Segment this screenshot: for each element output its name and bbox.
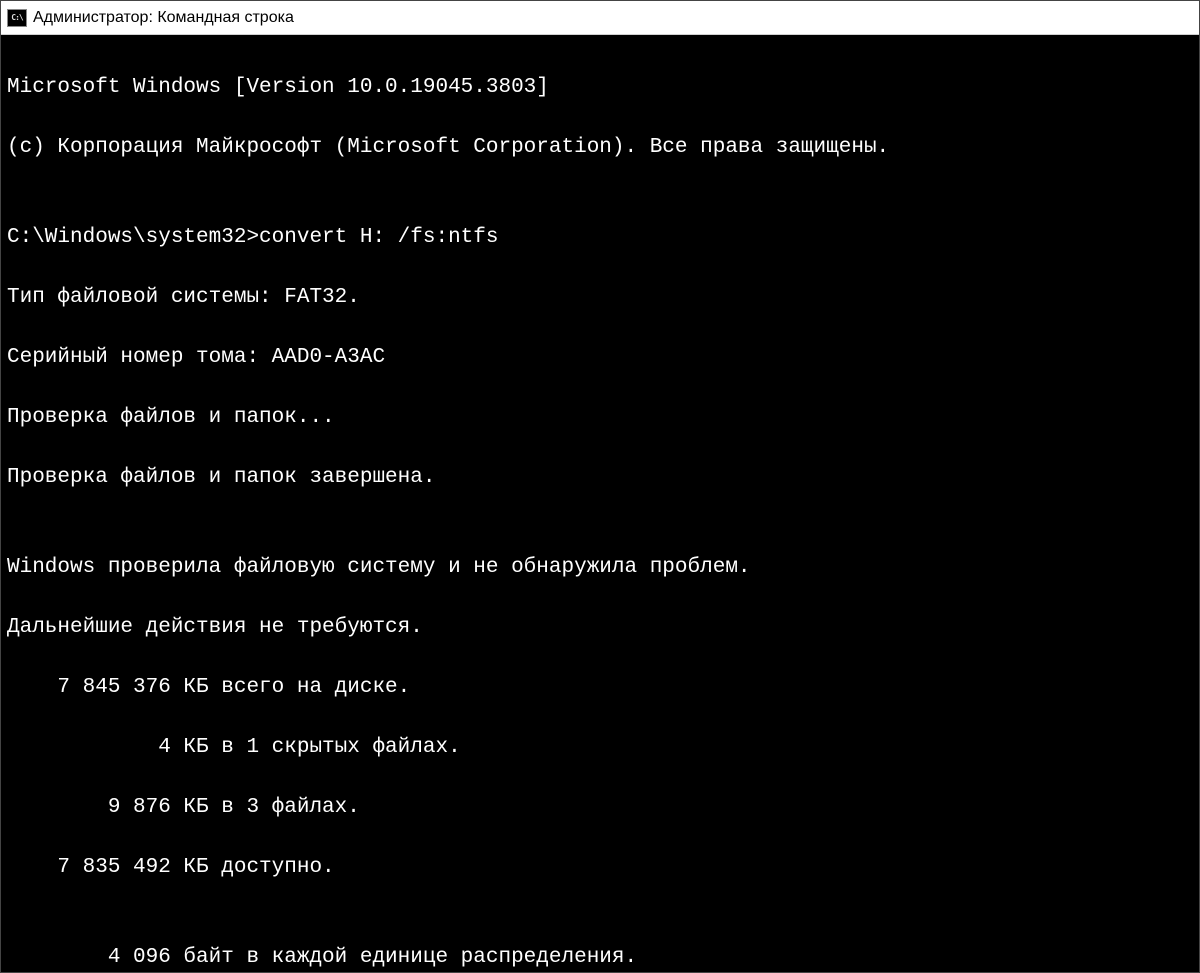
terminal-line: 7 835 492 КБ доступно.	[7, 853, 1193, 883]
terminal-line: Windows проверила файловую систему и не …	[7, 553, 1193, 583]
terminal-line: (c) Корпорация Майкрософт (Microsoft Cor…	[7, 133, 1193, 163]
terminal-line: Тип файловой системы: FAT32.	[7, 283, 1193, 313]
terminal-line: Проверка файлов и папок завершена.	[7, 463, 1193, 493]
terminal-line: Дальнейшие действия не требуются.	[7, 613, 1193, 643]
terminal-line: C:\Windows\system32>convert H: /fs:ntfs	[7, 223, 1193, 253]
terminal-line: 4 096 байт в каждой единице распределени…	[7, 943, 1193, 972]
window-title: Администратор: Командная строка	[33, 9, 294, 27]
terminal-line: Проверка файлов и папок...	[7, 403, 1193, 433]
terminal-output[interactable]: Microsoft Windows [Version 10.0.19045.38…	[1, 35, 1199, 972]
cmd-window: C:\ Администратор: Командная строка Micr…	[0, 0, 1200, 973]
cmd-icon: C:\	[7, 9, 27, 27]
terminal-line: 4 КБ в 1 скрытых файлах.	[7, 733, 1193, 763]
terminal-line: Серийный номер тома: AAD0-A3AC	[7, 343, 1193, 373]
terminal-line: 9 876 КБ в 3 файлах.	[7, 793, 1193, 823]
titlebar[interactable]: C:\ Администратор: Командная строка	[1, 1, 1199, 35]
terminal-line: 7 845 376 КБ всего на диске.	[7, 673, 1193, 703]
terminal-line: Microsoft Windows [Version 10.0.19045.38…	[7, 73, 1193, 103]
